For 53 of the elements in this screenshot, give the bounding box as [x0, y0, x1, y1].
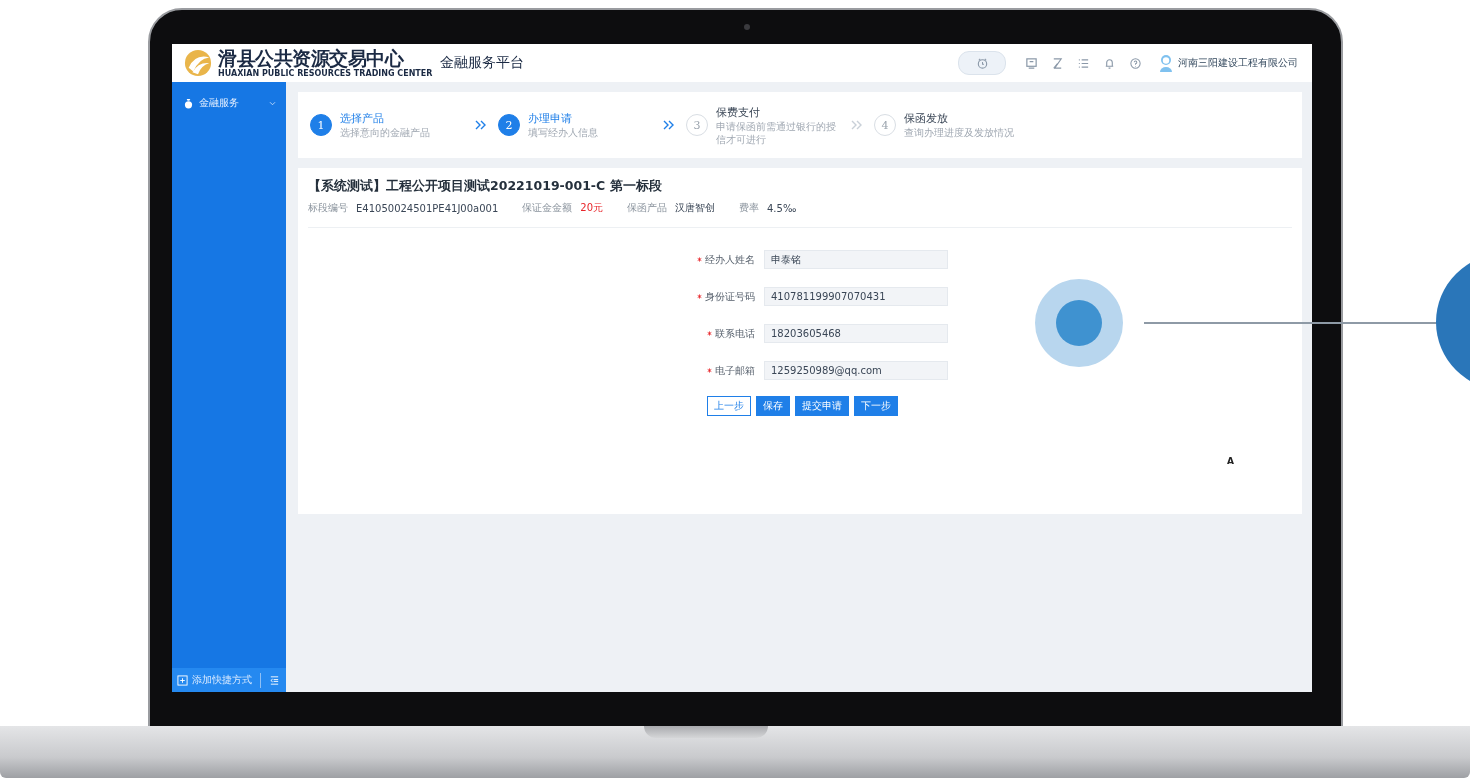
meta-value: 4.5‰ — [767, 202, 797, 214]
step-title: 办理申请 — [528, 111, 573, 126]
meta-label: 费率 — [739, 201, 759, 215]
double-chevron-icon — [662, 119, 676, 131]
input-field[interactable]: 410781199907070431 — [764, 287, 948, 306]
field-label: 经办人姓名 — [705, 252, 755, 267]
input-field[interactable]: 18203605468 — [764, 324, 948, 343]
step-number: 2 — [498, 114, 520, 136]
camera-icon — [744, 24, 750, 30]
stray-letter: A — [1227, 456, 1234, 466]
meta-value: 汉唐智创 — [675, 201, 715, 215]
form-button[interactable]: 上一步 — [707, 396, 751, 416]
platform-name: 金融服务平台 — [440, 54, 525, 72]
avatar-icon[interactable] — [1159, 54, 1173, 72]
input-field[interactable]: 1259250989@qq.com — [764, 361, 948, 380]
field-label: 联系电话 — [715, 326, 755, 341]
clock-icon — [975, 56, 989, 70]
step-number: 1 — [310, 114, 332, 136]
form-button[interactable]: 下一步 — [854, 396, 898, 416]
step-title: 保费支付 — [716, 104, 761, 120]
input-field[interactable]: 申泰铭 — [764, 250, 948, 269]
step-title: 保函发放 — [904, 111, 949, 126]
step-title: 选择产品 — [340, 111, 385, 126]
collapse-menu-icon[interactable] — [269, 674, 280, 686]
meta-value: E41050024501PE41J00a001 — [356, 202, 499, 214]
step-description: 查询办理进度及发放情况 — [904, 126, 1015, 139]
sidebar-label: 金融服务 — [199, 96, 240, 110]
sidebar-item[interactable]: 金融服务 — [172, 82, 286, 110]
user-name[interactable]: 河南三阳建设工程有限公司 — [1178, 56, 1298, 70]
form-button[interactable]: 提交申请 — [795, 396, 849, 416]
double-chevron-icon — [474, 119, 488, 131]
meta-label: 标段编号 — [308, 201, 348, 215]
help-icon[interactable] — [1129, 56, 1142, 70]
meta-label: 保函产品 — [627, 201, 667, 215]
meta-value: 20元 — [580, 201, 603, 215]
project-title: 【系统测试】工程公开项目测试20221019-001-C 第一标段 — [308, 178, 663, 195]
double-chevron-icon — [850, 119, 864, 131]
list-icon[interactable] — [1077, 56, 1090, 70]
money-bag-icon — [184, 97, 193, 109]
step-description: 申请保函前需通过银行的授信才可进行 — [716, 119, 837, 146]
logo-icon — [184, 49, 212, 77]
step-description: 选择意向的金融产品 — [340, 126, 431, 139]
bell-icon[interactable] — [1103, 56, 1116, 70]
clock-button[interactable] — [958, 51, 1006, 75]
monitor-icon[interactable] — [1025, 56, 1038, 70]
field-label: 电子邮箱 — [715, 363, 755, 378]
add-shortcut-icon[interactable] — [177, 674, 188, 686]
meta-label: 保证金金额 — [522, 201, 573, 215]
logo-subtitle: HUAXIAN PUBLIC RESOURCES TRADING CENTER — [218, 69, 433, 78]
step-description: 填写经办人信息 — [528, 126, 599, 139]
form-button[interactable]: 保存 — [756, 396, 790, 416]
field-label: 身份证号码 — [705, 289, 755, 304]
logo-title: 滑县公共资源交易中心 — [218, 48, 404, 68]
